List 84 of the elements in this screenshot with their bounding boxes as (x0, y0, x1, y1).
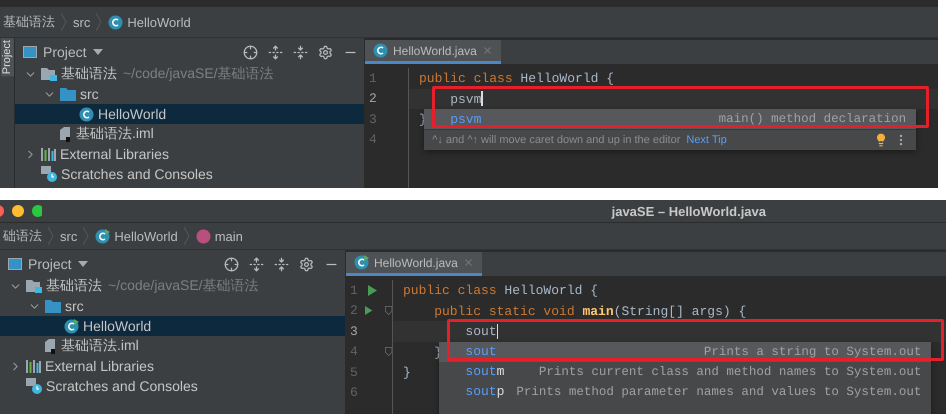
module-icon (41, 67, 57, 81)
run-icon[interactable] (365, 305, 373, 316)
chevron-icon (96, 13, 102, 31)
locate-icon[interactable] (224, 256, 239, 272)
line-number: 5 (350, 364, 359, 380)
dropdown-icon (92, 49, 103, 55)
fold-icon[interactable] (384, 305, 392, 316)
line-number: 4 (350, 344, 359, 360)
method-icon (196, 228, 211, 244)
project-view-button[interactable]: Project (8, 256, 88, 272)
class-icon (79, 106, 94, 122)
module-icon (26, 279, 42, 293)
tree-item[interactable]: src (15, 84, 364, 104)
window-controls-icon[interactable] (0, 205, 42, 217)
file-icon (60, 126, 72, 142)
tree-item[interactable]: 基础语法.iml (0, 336, 345, 356)
editor-tab[interactable]: HelloWorld.java (365, 40, 501, 64)
library-icon (26, 360, 41, 372)
tree-item[interactable]: External Libraries (15, 144, 364, 164)
breadcrumb[interactable]: 础语法 (3, 227, 42, 245)
chevron-icon (48, 227, 54, 245)
tree-item[interactable]: Scratches and Consoles (0, 376, 345, 396)
collapse-all-icon[interactable] (293, 44, 308, 60)
dropdown-icon (78, 261, 88, 267)
chevron-icon (184, 227, 190, 245)
breadcrumb[interactable]: src (73, 14, 90, 30)
chevron-icon (61, 13, 67, 31)
chevron-icon (83, 227, 90, 245)
tip-text: ^↓ and ^↑ will move caret down and up in the editor (432, 134, 680, 146)
window-icon (8, 258, 22, 270)
side-tab[interactable]: Project (0, 38, 14, 76)
breadcrumb[interactable]: HelloWorld (95, 228, 178, 244)
tree-item[interactable]: 基础语法.iml (15, 124, 364, 144)
breadcrumb[interactable]: HelloWorld (108, 14, 191, 30)
line-number: 1 (350, 282, 359, 298)
tree-item[interactable]: HelloWorld (0, 316, 345, 336)
code-line: } (403, 364, 411, 382)
line-number: 3 (350, 324, 359, 339)
expand-all-icon[interactable] (268, 44, 283, 60)
scratches-icon (41, 166, 57, 182)
code-line: sout (464, 323, 497, 340)
completion-item[interactable]: soutp Prints method parameter names and values to System.out (439, 382, 932, 402)
class-icon (64, 318, 79, 334)
folder-icon (60, 88, 76, 100)
settings-icon[interactable] (299, 256, 314, 272)
breadcrumb[interactable]: main (196, 228, 243, 244)
class-icon (95, 228, 110, 244)
tree-item[interactable]: 基础语法 ~/code/javaSE/基础语法 (0, 276, 345, 296)
tree-item[interactable]: External Libraries (0, 356, 345, 376)
run-icon[interactable] (368, 284, 377, 296)
line-number: 4 (369, 132, 378, 148)
window-title: javaSE – HelloWorld.java (612, 204, 766, 218)
code-line: public class HelloWorld { (403, 282, 598, 300)
line-number: 6 (350, 385, 359, 400)
class-icon (373, 43, 388, 58)
code-line: public class HelloWorld { (419, 70, 614, 88)
locate-icon[interactable] (243, 44, 258, 60)
fold-icon[interactable] (384, 346, 392, 358)
settings-icon[interactable] (318, 44, 333, 60)
project-view-button[interactable]: Project (23, 44, 103, 60)
scratches-icon (26, 378, 42, 394)
breadcrumb[interactable]: src (60, 228, 78, 244)
tree-item[interactable]: Scratches and Consoles (15, 164, 364, 184)
next-tip-link[interactable]: Next Tip (686, 134, 727, 146)
class-icon (108, 14, 124, 30)
folder-icon (45, 300, 61, 312)
class-icon (354, 255, 369, 270)
breadcrumb[interactable]: 基础语法 (3, 13, 55, 31)
line-number: 2 (350, 303, 359, 318)
line-number: 2 (369, 91, 378, 106)
tree-item[interactable]: 基础语法 ~/code/javaSE/基础语法 (15, 64, 364, 84)
file-icon (45, 338, 57, 354)
code-line: public static void main(String[] args) { (433, 302, 746, 320)
collapse-all-icon[interactable] (274, 256, 289, 272)
code-line: psvm (449, 90, 482, 108)
tree-item[interactable]: HelloWorld (15, 104, 364, 124)
library-icon (41, 148, 56, 160)
expand-all-icon[interactable] (249, 256, 264, 272)
line-number: 1 (369, 70, 378, 86)
editor-tab[interactable]: HelloWorld.java (346, 252, 482, 276)
tree-item[interactable]: src (0, 296, 345, 316)
line-number: 3 (369, 112, 378, 127)
window-icon (23, 46, 37, 58)
completion-item[interactable]: soutm Prints current class and method names to System.out (439, 362, 932, 382)
